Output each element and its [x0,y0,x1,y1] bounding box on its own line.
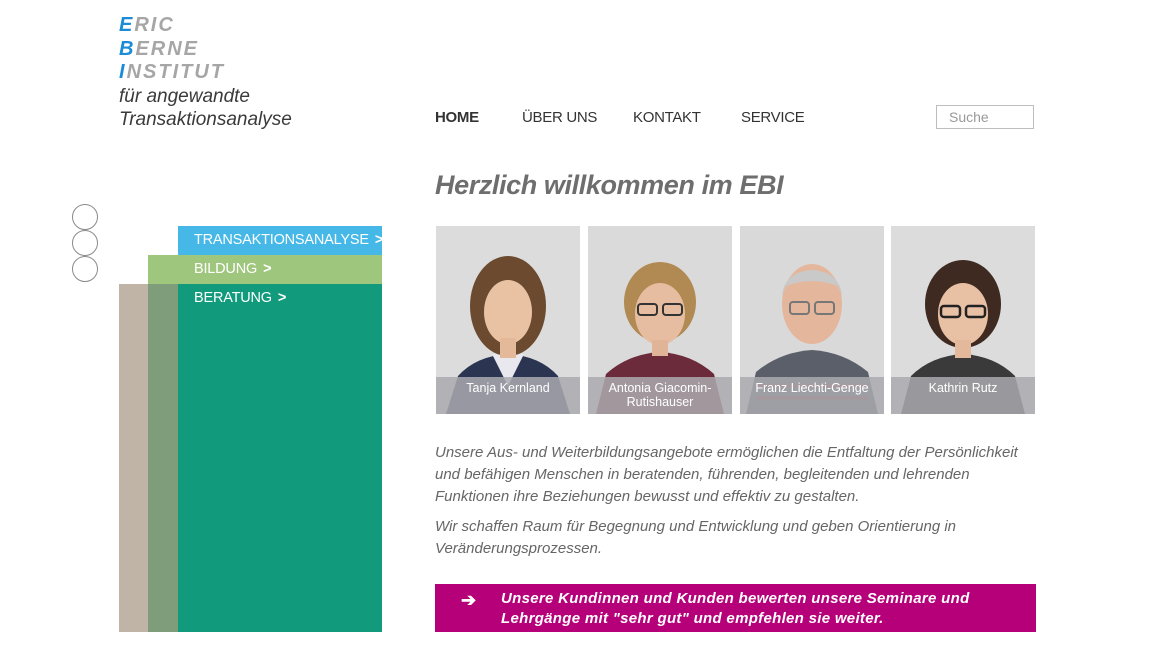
team-card-tanja-kernland[interactable]: Tanja Kernland [436,226,580,414]
team-card-antonia-giacomin-rutishauser[interactable]: Antonia Giacomin- Rutishauser [588,226,732,414]
side-column-beige [119,284,148,632]
logo-line-eric: ERIC [119,14,292,38]
team-name-caption: Franz Liechti-Genge [740,377,884,414]
team-name-line2: Rutishauser [626,395,694,409]
logo-initial-e: E [119,14,135,36]
nav-service[interactable]: SERVICE [741,109,805,126]
side-column-olive [148,255,178,632]
side-menu-beratung-panel[interactable] [178,284,382,632]
nav-ueber-uns[interactable]: ÜBER UNS [522,109,597,126]
testimonial-banner[interactable]: ➔ Unsere Kundinnen und Kunden bewerten u… [435,584,1036,632]
nav-kontakt[interactable]: KONTAKT [633,109,701,126]
intro-paragraph: Unsere Aus- und Weiterbildungsangebote e… [435,444,1018,505]
side-menu-label: BERATUNG [194,290,272,306]
arrow-right-icon: ➔ [461,590,477,610]
mission-paragraph: Wir schaffen Raum für Begegnung und Entw… [435,518,957,557]
decor-circle-top [72,204,98,230]
team-card-franz-liechti-genge[interactable]: Franz Liechti-Genge [740,226,884,414]
team-name-caption: Antonia Giacomin- Rutishauser [588,377,732,414]
team-name-caption: Tanja Kernland [436,377,580,414]
chevron-right-icon: > [374,232,384,248]
logo-subtitle-line2: Transaktionsanalyse [119,109,292,130]
decor-circle-middle [72,230,98,256]
page-title: Herzlich willkommen im EBI [435,170,784,200]
logo-initial-b: B [119,37,136,60]
logo-line-berne: BERNE [119,38,292,62]
team-name: Tanja Kernland [466,381,550,395]
logo-text-nstitut: NSTITUT [126,61,225,83]
logo-text-erne: ERNE [135,37,200,60]
decor-circle-bottom [72,256,98,282]
team-name-caption: Kathrin Rutz [891,377,1035,414]
logo-line-institut: INSTITUT [119,61,292,85]
nav-home[interactable]: HOME [435,109,479,126]
logo-initial-i: I [119,61,127,83]
site-logo[interactable]: ERIC BERNE INSTITUT für angewandte Trans… [119,14,292,132]
logo-text-ric: RIC [134,14,175,36]
search-input[interactable] [936,105,1034,129]
team-card-kathrin-rutz[interactable]: Kathrin Rutz [891,226,1035,414]
side-menu-item-beratung[interactable]: BERATUNG > [194,290,286,306]
team-name: Franz Liechti-Genge [755,381,869,395]
side-menu-label: BILDUNG [194,261,258,277]
team-name: Kathrin Rutz [928,381,998,395]
chevron-right-icon: > [263,261,272,277]
team-name-line1: Antonia Giacomin- [608,381,712,395]
logo-subtitle-line1: für angewandte [119,85,250,107]
side-menu-label: TRANSAKTIONSANALYSE [194,232,369,248]
banner-text: Unsere Kundinnen und Kunden bewerten uns… [501,590,970,627]
side-menu-item-transaktionsanalyse[interactable]: TRANSAKTIONSANALYSE > [194,232,383,248]
side-menu-item-bildung[interactable]: BILDUNG > [194,261,272,277]
chevron-right-icon: > [277,290,287,306]
